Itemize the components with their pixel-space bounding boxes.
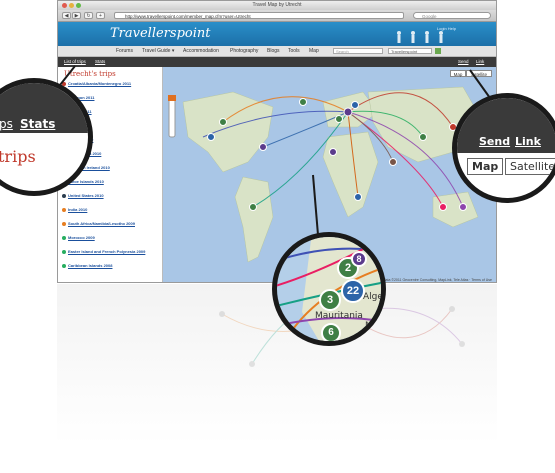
callout-stats-link: Stats	[20, 117, 56, 131]
place-algeria: Algeria	[363, 292, 386, 302]
marker-8: 8	[351, 251, 367, 267]
callout-map-button: Map	[467, 158, 504, 175]
callout-heading: trips	[0, 147, 36, 166]
place-mali: Mali	[365, 321, 384, 331]
callout-link-link: Link	[515, 135, 541, 148]
callout-send-link: Send	[479, 135, 511, 148]
zoom-callout-map-type: Send Link Map Satellite	[452, 93, 555, 203]
marker-6: 6	[321, 323, 341, 341]
callout-trips-link: trips	[0, 117, 13, 131]
zoom-callout-markers: Algeria Mauritania Mali 2 8 22 3 6	[272, 232, 386, 346]
marker-3: 3	[319, 289, 341, 311]
place-mauritania: Mauritania	[315, 311, 363, 321]
marker-22: 22	[341, 279, 365, 303]
callout-satellite-button: Satellite	[505, 158, 555, 175]
